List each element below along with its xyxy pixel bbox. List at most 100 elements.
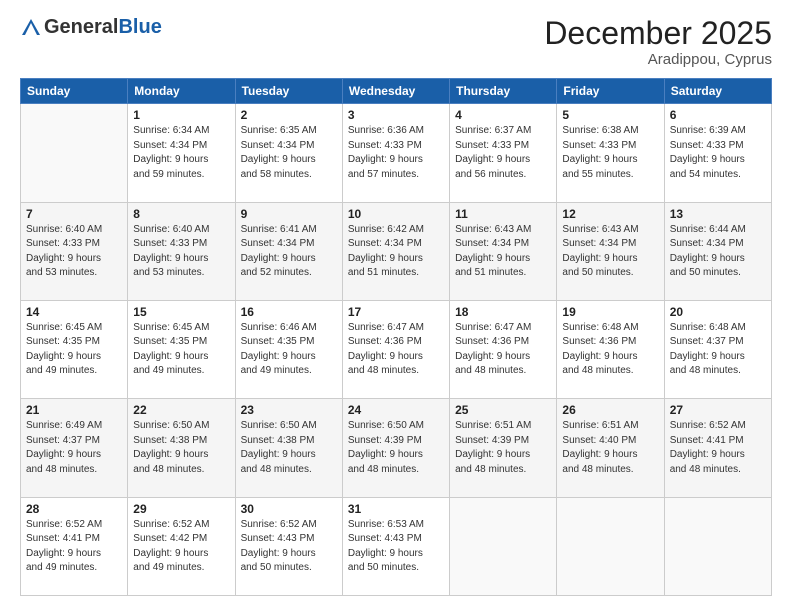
calendar-cell: 21 Sunrise: 6:49 AMSunset: 4:37 PMDayligh… [21,399,128,497]
day-info: Sunrise: 6:34 AMSunset: 4:34 PMDaylight:… [133,124,229,182]
day-number: 28 [26,502,122,516]
location: Aradippou, Cyprus [544,51,772,68]
day-number: 5 [562,108,658,122]
day-number: 17 [348,305,444,319]
calendar-cell: 16 Sunrise: 6:46 AMSunset: 4:35 PMDayligh… [235,300,342,398]
logo-text: GeneralBlue [44,16,162,39]
day-info: Sunrise: 6:49 AMSunset: 4:37 PMDaylight:… [26,419,122,477]
calendar-cell: 29 Sunrise: 6:52 AMSunset: 4:42 PMDayligh… [128,497,235,595]
calendar-cell: 25 Sunrise: 6:51 AMSunset: 4:39 PMDayligh… [450,399,557,497]
day-number: 20 [670,305,766,319]
calendar-cell: 18Sunrise: 6:47 AMSunset: 4:36 PMDayligh… [450,300,557,398]
calendar-cell [450,497,557,595]
day-number: 14 [26,305,122,319]
day-info: Sunrise: 6:53 AMSunset: 4:43 PMDaylight:… [348,518,444,576]
day-number: 24 [348,403,444,417]
header-monday: Monday [128,79,235,104]
day-info: Sunrise: 6:40 AMSunset: 4:33 PMDaylight:… [133,223,229,281]
week-row-3: 21 Sunrise: 6:49 AMSunset: 4:37 PMDayligh… [21,399,772,497]
day-info: Sunrise: 6:36 AMSunset: 4:33 PMDaylight:… [348,124,444,182]
day-info: Sunrise: 6:47 AMSunset: 4:36 PMDaylight:… [348,321,444,379]
day-number: 9 [241,207,337,221]
day-number: 1 [133,108,229,122]
calendar-cell: 4 Sunrise: 6:37 AMSunset: 4:33 PMDaylight… [450,104,557,202]
day-info: Sunrise: 6:52 AMSunset: 4:42 PMDaylight:… [133,518,229,576]
day-info: Sunrise: 6:51 AMSunset: 4:39 PMDaylight:… [455,419,551,477]
day-info: Sunrise: 6:39 AMSunset: 4:33 PMDaylight:… [670,124,766,182]
week-row-0: 1 Sunrise: 6:34 AMSunset: 4:34 PMDaylight… [21,104,772,202]
day-number: 13 [670,207,766,221]
day-info: Sunrise: 6:43 AMSunset: 4:34 PMDaylight:… [455,223,551,281]
month-title: December 2025 [544,16,772,51]
day-number: 16 [241,305,337,319]
logo: GeneralBlue [20,16,162,39]
day-number: 19 [562,305,658,319]
calendar-cell: 17 Sunrise: 6:47 AMSunset: 4:36 PMDayligh… [342,300,449,398]
header-sunday: Sunday [21,79,128,104]
calendar-cell: 6 Sunrise: 6:39 AMSunset: 4:33 PMDaylight… [664,104,771,202]
day-info: Sunrise: 6:52 AMSunset: 4:41 PMDaylight:… [670,419,766,477]
day-number: 11 [455,207,551,221]
header-friday: Friday [557,79,664,104]
calendar-cell: 31Sunrise: 6:53 AMSunset: 4:43 PMDayligh… [342,497,449,595]
calendar-header: Sunday Monday Tuesday Wednesday Thursday… [21,79,772,104]
day-info: Sunrise: 6:52 AMSunset: 4:43 PMDaylight:… [241,518,337,576]
day-info: Sunrise: 6:41 AMSunset: 4:34 PMDaylight:… [241,223,337,281]
calendar-cell: 8 Sunrise: 6:40 AMSunset: 4:33 PMDaylight… [128,202,235,300]
day-info: Sunrise: 6:51 AMSunset: 4:40 PMDaylight:… [562,419,658,477]
calendar-cell: 30 Sunrise: 6:52 AMSunset: 4:43 PMDayligh… [235,497,342,595]
day-number: 22 [133,403,229,417]
weekday-header-row: Sunday Monday Tuesday Wednesday Thursday… [21,79,772,104]
day-number: 3 [348,108,444,122]
day-number: 21 [26,403,122,417]
calendar-table: Sunday Monday Tuesday Wednesday Thursday… [20,78,772,596]
calendar-cell: 11 Sunrise: 6:43 AMSunset: 4:34 PMDayligh… [450,202,557,300]
day-number: 18 [455,305,551,319]
day-info: Sunrise: 6:52 AMSunset: 4:41 PMDaylight:… [26,518,122,576]
calendar-cell: 15 Sunrise: 6:45 AMSunset: 4:35 PMDayligh… [128,300,235,398]
header-saturday: Saturday [664,79,771,104]
day-info: Sunrise: 6:40 AMSunset: 4:33 PMDaylight:… [26,223,122,281]
calendar-cell: 27Sunrise: 6:52 AMSunset: 4:41 PMDayligh… [664,399,771,497]
day-number: 10 [348,207,444,221]
header: GeneralBlue December 2025 Aradippou, Cyp… [20,16,772,68]
calendar-cell [21,104,128,202]
day-number: 26 [562,403,658,417]
day-info: Sunrise: 6:50 AMSunset: 4:38 PMDaylight:… [133,419,229,477]
day-number: 29 [133,502,229,516]
day-number: 8 [133,207,229,221]
calendar-cell: 12 Sunrise: 6:43 AMSunset: 4:34 PMDayligh… [557,202,664,300]
day-info: Sunrise: 6:42 AMSunset: 4:34 PMDaylight:… [348,223,444,281]
calendar-cell: 9 Sunrise: 6:41 AMSunset: 4:34 PMDaylight… [235,202,342,300]
calendar-cell: 26 Sunrise: 6:51 AMSunset: 4:40 PMDayligh… [557,399,664,497]
logo-icon [20,17,42,39]
title-block: December 2025 Aradippou, Cyprus [544,16,772,68]
calendar-cell: 20Sunrise: 6:48 AMSunset: 4:37 PMDayligh… [664,300,771,398]
calendar-cell: 7 Sunrise: 6:40 AMSunset: 4:33 PMDaylight… [21,202,128,300]
logo-blue: Blue [118,16,161,38]
day-info: Sunrise: 6:45 AMSunset: 4:35 PMDaylight:… [133,321,229,379]
day-number: 25 [455,403,551,417]
day-info: Sunrise: 6:35 AMSunset: 4:34 PMDaylight:… [241,124,337,182]
calendar-cell [664,497,771,595]
day-number: 23 [241,403,337,417]
day-number: 6 [670,108,766,122]
day-number: 2 [241,108,337,122]
day-info: Sunrise: 6:46 AMSunset: 4:35 PMDaylight:… [241,321,337,379]
page: GeneralBlue December 2025 Aradippou, Cyp… [0,0,792,612]
calendar-cell: 19Sunrise: 6:48 AMSunset: 4:36 PMDayligh… [557,300,664,398]
week-row-2: 14 Sunrise: 6:45 AMSunset: 4:35 PMDayligh… [21,300,772,398]
day-number: 4 [455,108,551,122]
calendar-cell: 3 Sunrise: 6:36 AMSunset: 4:33 PMDaylight… [342,104,449,202]
day-info: Sunrise: 6:43 AMSunset: 4:34 PMDaylight:… [562,223,658,281]
day-number: 12 [562,207,658,221]
day-number: 15 [133,305,229,319]
calendar-cell [557,497,664,595]
header-wednesday: Wednesday [342,79,449,104]
calendar-cell: 13Sunrise: 6:44 AMSunset: 4:34 PMDayligh… [664,202,771,300]
calendar-cell: 28 Sunrise: 6:52 AMSunset: 4:41 PMDayligh… [21,497,128,595]
calendar-cell: 23Sunrise: 6:50 AMSunset: 4:38 PMDayligh… [235,399,342,497]
day-info: Sunrise: 6:37 AMSunset: 4:33 PMDaylight:… [455,124,551,182]
day-number: 7 [26,207,122,221]
day-number: 30 [241,502,337,516]
